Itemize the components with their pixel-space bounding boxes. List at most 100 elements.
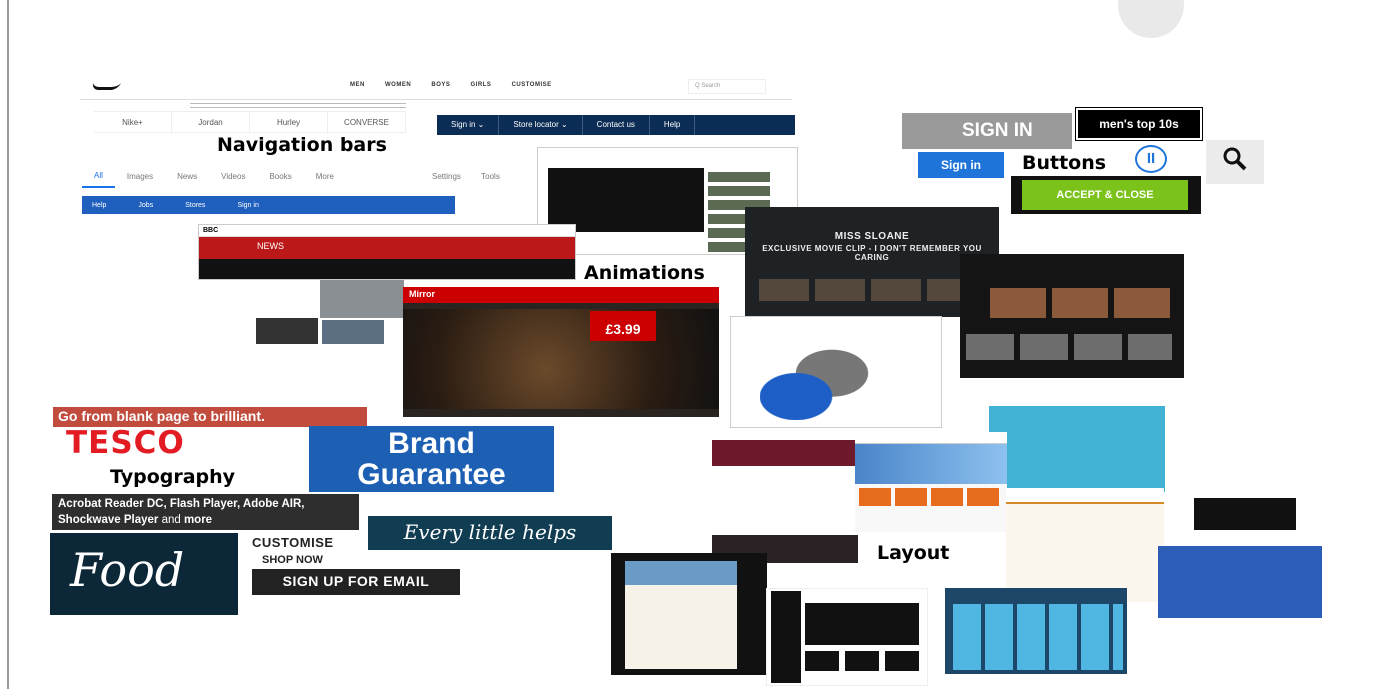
food-banner: Food xyxy=(50,533,238,615)
layout-tiles xyxy=(859,488,1003,506)
mirror-price-badge: £3.99 xyxy=(590,311,656,341)
brand-hurley[interactable]: Hurley xyxy=(250,112,328,132)
sign-in-grey-button[interactable]: SIGN IN xyxy=(902,113,1072,149)
accept-close-button[interactable]: ACCEPT & CLOSE xyxy=(1022,180,1188,210)
bbc-article-image xyxy=(320,280,404,318)
brand-text: Brand xyxy=(388,427,475,460)
accept-close-container: ACCEPT & CLOSE xyxy=(1011,176,1201,214)
tesco-logo: TESCO xyxy=(66,425,185,461)
bbc-menu-bar xyxy=(199,259,575,279)
and-text: and xyxy=(158,514,184,526)
nike-menu-men[interactable]: MEN xyxy=(350,82,365,88)
nav-divider xyxy=(190,103,406,108)
europe-map xyxy=(760,342,880,420)
nike-nav-bar: MEN WOMEN BOYS GIRLS CUSTOMISE Q Search xyxy=(80,74,792,100)
acrobat-line-2: Shockwave Player and more xyxy=(58,512,353,528)
navigation-bars-label: Navigation bars xyxy=(217,134,387,156)
nike-menu-boys[interactable]: BOYS xyxy=(431,82,450,88)
brand-converse[interactable]: CONVERSE xyxy=(328,112,406,132)
layout-header xyxy=(855,432,1007,444)
layout-marketing-screenshot xyxy=(1158,546,1322,618)
brand-guarantee-badge: Brand Guarantee xyxy=(309,426,554,492)
sign-in-link[interactable]: Sign in xyxy=(227,202,280,209)
tab-more[interactable]: More xyxy=(304,172,346,181)
guarantee-text: Guarantee xyxy=(357,458,506,491)
wireframe-tiles xyxy=(805,651,919,671)
layout-framed-screenshot xyxy=(611,553,767,675)
brand-jordan[interactable]: Jordan xyxy=(172,112,250,132)
brand-nike-plus[interactable]: Nike+ xyxy=(94,112,172,132)
bbc-news-screenshot: BBC NEWS xyxy=(198,224,576,280)
streaming-thumbnails xyxy=(966,334,1172,360)
every-little-helps-banner: Every little helps xyxy=(368,516,612,550)
streaming-screenshot xyxy=(960,254,1184,378)
typography-label: Typography xyxy=(110,466,236,488)
store-locator[interactable]: Store locator ⌄ xyxy=(499,115,583,135)
wireframe-sidebar xyxy=(771,591,801,683)
wireframe-diagram xyxy=(766,588,928,686)
layout-tile-grid xyxy=(953,604,1123,670)
layout-screenshot xyxy=(855,432,1007,532)
bbc-logo: BBC xyxy=(199,225,575,237)
layout-header xyxy=(712,440,858,466)
movie-thumbnails xyxy=(759,279,983,301)
buttons-label: Buttons xyxy=(1022,152,1107,174)
layout-banner xyxy=(855,444,1007,484)
bbc-thumbnail xyxy=(322,320,384,344)
help-link[interactable]: Help xyxy=(82,202,128,209)
layout-header xyxy=(1006,488,1164,504)
nike-menu-customise[interactable]: CUSTOMISE xyxy=(512,82,552,88)
more-text: more xyxy=(183,514,213,526)
tab-news[interactable]: News xyxy=(165,172,209,181)
bbc-thumbnail xyxy=(256,318,318,344)
mirror-logo: Mirror xyxy=(403,287,719,303)
stores-link[interactable]: Stores xyxy=(175,202,227,209)
search-icon[interactable] xyxy=(1206,140,1264,184)
layout-newsletter-screenshot xyxy=(989,406,1165,492)
nike-menu: MEN WOMEN BOYS GIRLS CUSTOMISE xyxy=(350,82,570,88)
layout-corporate-screenshot xyxy=(1006,488,1164,602)
nike-search-input[interactable]: Q Search xyxy=(688,79,766,94)
nike-logo-icon xyxy=(90,82,122,90)
tab-images[interactable]: Images xyxy=(115,172,165,181)
decorative-circle xyxy=(1118,0,1184,38)
streaming-thumbnails xyxy=(990,288,1170,318)
shockwave-text: Shockwave Player xyxy=(58,514,159,526)
tab-all[interactable]: All xyxy=(82,171,115,188)
store-sign-in[interactable]: Sign in ⌄ xyxy=(437,115,500,135)
jobs-link[interactable]: Jobs xyxy=(128,202,175,209)
sign-in-blue-button[interactable]: Sign in xyxy=(918,152,1004,178)
store-contact-us[interactable]: Contact us xyxy=(583,115,650,135)
wireframe-main xyxy=(805,603,919,645)
tab-books[interactable]: Books xyxy=(257,172,303,181)
brand-nav-row: Nike+ Jordan Hurley CONVERSE xyxy=(94,111,406,133)
layout-screenshot xyxy=(712,440,858,532)
nike-menu-girls[interactable]: GIRLS xyxy=(471,82,492,88)
youtube-video-player xyxy=(548,168,704,232)
google-tools: Settings Tools xyxy=(414,172,500,181)
acrobat-banner: Acrobat Reader DC, Flash Player, Adobe A… xyxy=(52,494,359,530)
animations-label: Animations xyxy=(584,262,705,284)
acrobat-line-1: Acrobat Reader DC, Flash Player, Adobe A… xyxy=(58,498,305,510)
google-settings[interactable]: Settings xyxy=(432,172,461,181)
google-tools-link[interactable]: Tools xyxy=(481,172,500,181)
store-help[interactable]: Help xyxy=(650,115,696,135)
pause-icon[interactable]: II xyxy=(1135,145,1167,173)
customise-text: CUSTOMISE xyxy=(252,535,334,550)
sign-up-email-button[interactable]: SIGN UP FOR EMAIL xyxy=(252,569,460,595)
mirror-screenshot: Mirror xyxy=(403,287,719,417)
store-nav-bar: Sign in ⌄ Store locator ⌄ Contact us Hel… xyxy=(437,115,795,135)
tab-videos[interactable]: Videos xyxy=(209,172,257,181)
mens-top-button[interactable]: men's top 10s xyxy=(1075,107,1203,141)
nike-menu-women[interactable]: WOMEN xyxy=(385,82,411,88)
layout-header xyxy=(625,561,737,585)
layout-tiles-screenshot xyxy=(945,588,1127,674)
blank-page-banner: Go from blank page to brilliant. xyxy=(53,407,367,427)
movie-title: MISS SLOANE xyxy=(834,231,910,242)
mirror-video xyxy=(403,309,719,409)
bbc-news-header: NEWS xyxy=(199,237,575,259)
layout-video xyxy=(1194,498,1296,530)
left-frame-line xyxy=(7,0,9,689)
shop-now-text: SHOP NOW xyxy=(262,554,323,566)
layout-video-screenshot xyxy=(1168,474,1330,536)
